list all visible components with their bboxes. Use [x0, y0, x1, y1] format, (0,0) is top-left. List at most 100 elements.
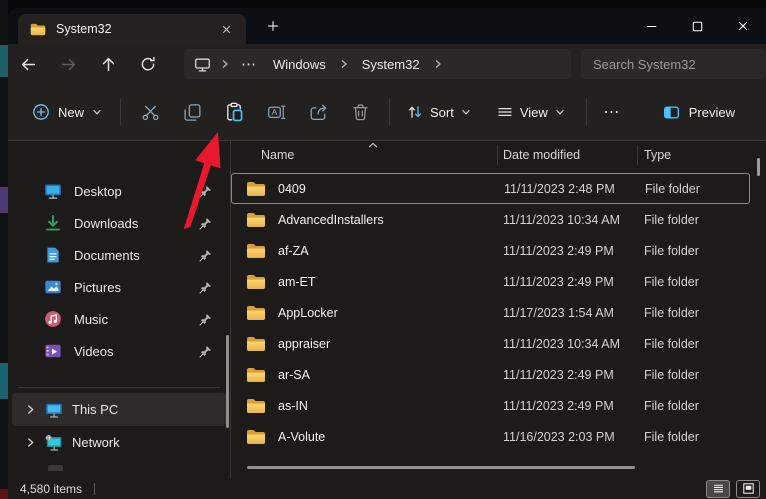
file-type: File folder	[644, 274, 699, 289]
column-header-type[interactable]: Type	[637, 148, 671, 162]
forward-button[interactable]	[48, 48, 88, 80]
table-row[interactable]: appraiser 11/11/2023 10:34 AM File folde…	[231, 328, 766, 359]
copy-button[interactable]	[171, 94, 213, 130]
search-input[interactable]	[593, 56, 754, 72]
network-icon	[45, 434, 63, 452]
close-button[interactable]	[720, 8, 766, 44]
sidebar-item-partial	[8, 459, 230, 471]
share-button[interactable]	[297, 94, 339, 130]
pin-icon	[199, 185, 212, 198]
arrow-left-icon	[20, 56, 37, 73]
column-header-date-modified[interactable]: Date modified	[497, 148, 637, 162]
table-row[interactable]: AppLocker 11/17/2023 1:54 AM File folder	[231, 297, 766, 328]
address-bar-row: ⋯ Windows System32	[8, 44, 766, 84]
chevron-right-icon[interactable]	[24, 437, 36, 448]
chevron-down-icon	[555, 107, 565, 117]
sidebar-item-network[interactable]: Network	[12, 426, 226, 459]
table-row[interactable]: as-IN 11/11/2023 2:49 PM File folder	[231, 390, 766, 421]
up-button[interactable]	[88, 48, 128, 80]
tab-close-button[interactable]	[214, 18, 238, 40]
sidebar-item-this-pc[interactable]: This PC	[12, 393, 226, 426]
sidebar: Desktop Downloads Documents Pictures Mus	[8, 141, 231, 478]
trash-icon	[351, 103, 370, 122]
preview-button-label: Preview	[688, 104, 735, 120]
file-type: File folder	[644, 305, 699, 320]
refresh-icon	[140, 56, 156, 72]
details-view-icon	[712, 482, 725, 495]
command-toolbar: New Sort View ⋯ Preview	[8, 84, 766, 141]
paste-button[interactable]	[213, 94, 255, 130]
folder-icon	[246, 429, 266, 445]
column-header-name[interactable]: Name	[231, 148, 497, 162]
table-row[interactable]: 0409 11/11/2023 2:48 PM File folder	[231, 173, 750, 204]
maximize-button[interactable]	[674, 8, 720, 44]
thumbnails-view-button[interactable]	[736, 479, 760, 498]
table-row[interactable]: am-ET 11/11/2023 2:49 PM File folder	[231, 266, 766, 297]
new-button[interactable]: New	[22, 96, 112, 128]
sidebar-item-pictures[interactable]: Pictures	[12, 271, 226, 303]
folder-icon	[246, 243, 266, 259]
breadcrumb[interactable]: ⋯ Windows System32	[184, 49, 571, 79]
file-type: File folder	[645, 181, 700, 196]
file-name: ar-SA	[278, 367, 310, 382]
file-type: File folder	[644, 398, 699, 413]
details-view-button[interactable]	[706, 479, 730, 498]
file-name: AdvancedInstallers	[278, 212, 384, 227]
arrow-right-icon	[60, 56, 77, 73]
file-date: 11/11/2023 10:34 AM	[503, 336, 620, 351]
file-rows: 0409 11/11/2023 2:48 PM File folder Adva…	[231, 173, 766, 452]
delete-button[interactable]	[339, 94, 381, 130]
horizontal-scrollbar[interactable]	[247, 466, 635, 469]
videos-icon	[44, 342, 62, 360]
sidebar-item-videos[interactable]: Videos	[12, 335, 226, 367]
pin-icon	[199, 345, 212, 358]
sidebar-item-music[interactable]: Music	[12, 303, 226, 335]
folder-icon	[246, 336, 266, 352]
breadcrumb-windows[interactable]: Windows	[269, 55, 330, 74]
table-row[interactable]: ar-SA 11/11/2023 2:49 PM File folder	[231, 359, 766, 390]
chevron-right-icon[interactable]	[24, 404, 36, 415]
folder-icon	[246, 274, 266, 290]
sidebar-separator	[18, 387, 220, 388]
view-button[interactable]: View	[488, 97, 574, 127]
sidebar-item-label: Network	[72, 435, 120, 450]
table-row[interactable]: AdvancedInstallers 11/11/2023 10:34 AM F…	[231, 204, 766, 235]
breadcrumb-system32[interactable]: System32	[358, 55, 424, 74]
sidebar-scrollbar[interactable]	[226, 335, 229, 428]
cut-button[interactable]	[129, 94, 171, 130]
file-date: 11/11/2023 2:49 PM	[503, 367, 614, 382]
copy-icon	[183, 103, 202, 122]
vertical-scrollbar[interactable]	[757, 158, 760, 176]
new-tab-button[interactable]	[258, 12, 288, 40]
search-box[interactable]	[581, 49, 766, 79]
list-header: Name Date modified Type	[231, 141, 766, 168]
table-row[interactable]: af-ZA 11/11/2023 2:49 PM File folder	[231, 235, 766, 266]
tab-system32[interactable]: System32	[18, 14, 246, 44]
refresh-button[interactable]	[128, 48, 168, 80]
sort-arrows-icon	[408, 106, 422, 118]
back-button[interactable]	[8, 48, 48, 80]
preview-button[interactable]: Preview	[654, 97, 744, 128]
status-divider	[94, 482, 96, 495]
sidebar-item-documents[interactable]: Documents	[12, 239, 226, 271]
close-icon	[735, 18, 751, 34]
titlebar: System32	[8, 8, 766, 44]
column-divider[interactable]	[497, 145, 498, 165]
file-name: appraiser	[278, 336, 331, 351]
pin-icon	[199, 249, 212, 262]
file-type: File folder	[644, 429, 699, 444]
more-options-button[interactable]: ⋯	[595, 96, 629, 128]
main-content: Desktop Downloads Documents Pictures Mus	[8, 141, 766, 478]
minimize-button[interactable]	[628, 8, 674, 44]
column-divider[interactable]	[637, 145, 638, 165]
sidebar-item-desktop[interactable]: Desktop	[12, 175, 226, 207]
rename-button[interactable]	[255, 94, 297, 130]
table-row[interactable]: A-Volute 11/16/2023 2:03 PM File folder	[231, 421, 766, 452]
sort-button[interactable]: Sort	[398, 97, 480, 127]
breadcrumb-overflow[interactable]: ⋯	[239, 55, 259, 73]
scissors-icon	[141, 103, 160, 122]
plus-icon	[266, 19, 280, 33]
file-date: 11/11/2023 2:49 PM	[503, 243, 614, 258]
sidebar-item-downloads[interactable]: Downloads	[12, 207, 226, 239]
file-date: 11/17/2023 1:54 AM	[503, 305, 614, 320]
